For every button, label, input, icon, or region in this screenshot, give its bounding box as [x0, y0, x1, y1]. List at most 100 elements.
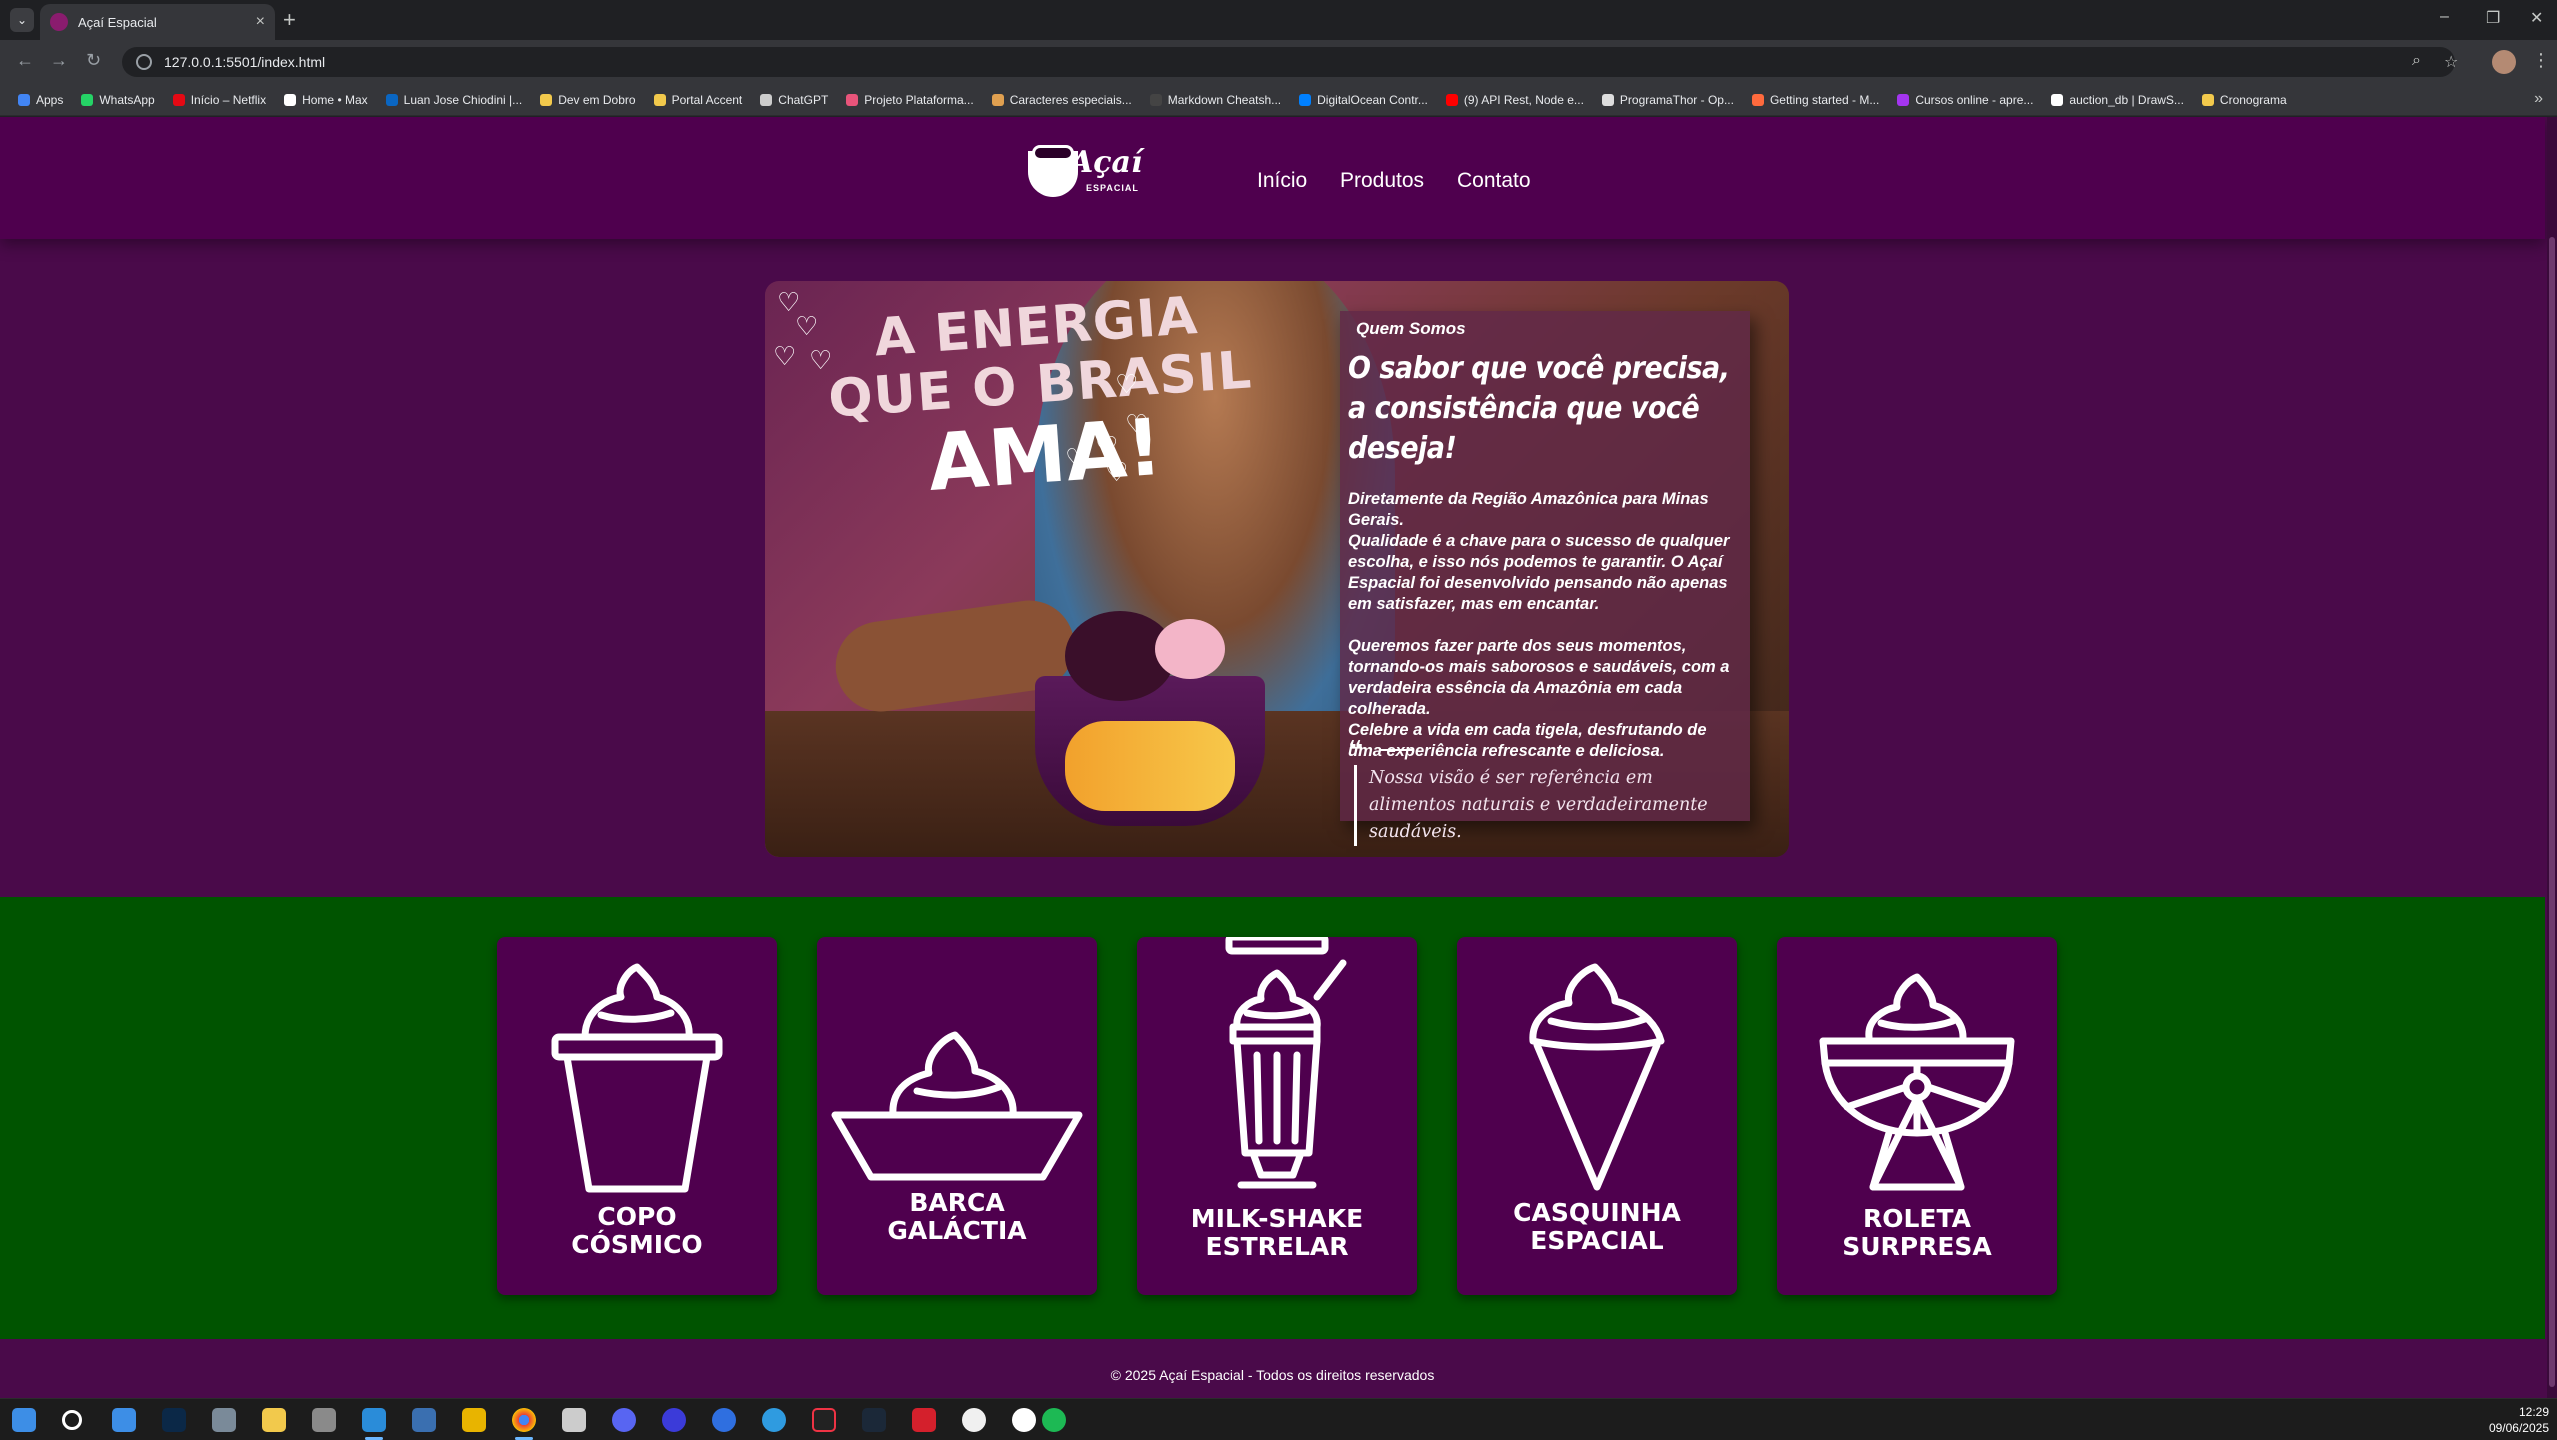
bookmark-item[interactable]: Cursos online - apre...: [1897, 93, 2033, 107]
heart-icon: ♡: [1115, 369, 1139, 399]
forward-icon[interactable]: →: [50, 50, 68, 71]
page-scrollbar[interactable]: [2547, 117, 2557, 1398]
nav-inicio[interactable]: Início: [1257, 169, 1307, 193]
cup-icon: [551, 963, 723, 1193]
app-icon[interactable]: [812, 1408, 836, 1432]
app-icon[interactable]: [762, 1408, 786, 1432]
address-bar[interactable]: 127.0.0.1:5501/index.html: [122, 47, 2455, 77]
scrollbar-thumb[interactable]: [2549, 237, 2555, 1387]
bookmark-item[interactable]: DigitalOcean Contr...: [1299, 93, 1428, 107]
site-logo[interactable]: Açaí ESPACIAL: [1022, 139, 1142, 209]
windows-taskbar: 12:29 09/06/2025: [0, 1398, 2557, 1440]
product-name-line1: ROLETA: [1863, 1204, 1971, 1233]
minimize-icon[interactable]: –: [2440, 8, 2449, 26]
zoom-icon[interactable]: ⌕: [2412, 52, 2421, 70]
tab-active[interactable]: Açaí Espacial ×: [40, 4, 275, 40]
copilot-icon[interactable]: [112, 1408, 136, 1432]
app-icon[interactable]: [912, 1408, 936, 1432]
product-name: COPO CÓSMICO: [497, 1203, 777, 1259]
bookmark-favicon-icon: [2201, 93, 2214, 106]
product-name: CASQUINHA ESPACIAL: [1457, 1199, 1737, 1255]
logo-word: Açaí: [1070, 145, 1143, 180]
bookmark-item[interactable]: Apps: [18, 93, 63, 107]
bookmark-label: Cronograma: [2219, 92, 2287, 107]
cone-icon: [1529, 963, 1665, 1191]
more-bookmarks-icon[interactable]: »: [2534, 90, 2543, 108]
bookmark-item[interactable]: Caracteres especiais...: [991, 93, 1132, 107]
clock-time: 12:29: [2518, 1405, 2549, 1419]
app-icon[interactable]: [962, 1408, 986, 1432]
bowl-icon: [831, 1031, 1083, 1181]
bookmark-favicon-icon: [1751, 93, 1764, 106]
start-icon[interactable]: [12, 1408, 36, 1432]
bookmark-item[interactable]: WhatsApp: [81, 93, 155, 107]
app-icon[interactable]: [1012, 1408, 1036, 1432]
product-card-casquinha[interactable]: CASQUINHA ESPACIAL: [1457, 937, 1737, 1295]
bookmark-favicon-icon: [18, 93, 30, 106]
photoshop-icon[interactable]: [162, 1408, 186, 1432]
bookmark-item[interactable]: Dev em Dobro: [540, 92, 636, 107]
tab-search-button[interactable]: ⌄: [10, 8, 34, 32]
bookmark-star-icon[interactable]: ☆: [2444, 52, 2458, 72]
bookmark-label: Projeto Plataforma...: [864, 92, 974, 107]
nav-contato[interactable]: Contato: [1457, 169, 1531, 193]
product-name: ROLETA SURPRESA: [1777, 1205, 2057, 1261]
product-card-barca[interactable]: BARCA GALÁCTIA: [817, 937, 1097, 1295]
bookmark-favicon-icon: [760, 93, 773, 106]
bookmark-item[interactable]: (9) API Rest, Node e...: [1445, 93, 1584, 107]
calculator-icon[interactable]: [212, 1408, 236, 1432]
restore-icon[interactable]: ❐: [2486, 8, 2500, 28]
bookmark-item[interactable]: ProgramaThor - Op...: [1601, 93, 1734, 107]
new-tab-button[interactable]: +: [283, 7, 296, 33]
about-paragraph: Celebre a vida em cada tigela, desfrutan…: [1348, 721, 1707, 760]
search-icon[interactable]: [62, 1410, 82, 1430]
vision-quote: Nossa visão é ser referência em alimento…: [1354, 765, 1734, 846]
product-card-copo[interactable]: COPO CÓSMICO: [497, 937, 777, 1295]
bookmark-item[interactable]: Projeto Plataforma...: [846, 92, 974, 107]
bookmark-item[interactable]: ChatGPT: [760, 93, 828, 107]
bookmark-favicon-icon: [846, 93, 859, 106]
vscode-icon[interactable]: [362, 1408, 386, 1432]
bookmarks-bar: Apps WhatsApp Início – Netflix Home • Max Lu…: [0, 84, 2557, 116]
site-info-icon[interactable]: [136, 54, 152, 70]
bookmark-item[interactable]: Markdown Cheatsh...: [1149, 93, 1281, 107]
bookmark-label: Dev em Dobro: [558, 92, 636, 107]
menu-icon[interactable]: ⋮: [2532, 50, 2550, 71]
bookmark-item[interactable]: Home • Max: [284, 93, 368, 107]
nav-produtos[interactable]: Produtos: [1340, 169, 1424, 193]
bookmark-item[interactable]: Portal Accent: [653, 93, 742, 107]
product-name-line1: MILK-SHAKE: [1190, 1204, 1364, 1233]
settings-icon[interactable]: [312, 1408, 336, 1432]
close-tab-icon[interactable]: ×: [256, 13, 265, 31]
system-clock[interactable]: 12:29 09/06/2025: [2489, 1404, 2549, 1436]
product-name-line1: COPO: [597, 1202, 677, 1231]
chrome-icon[interactable]: [512, 1408, 536, 1432]
close-window-icon[interactable]: ✕: [2530, 8, 2543, 28]
app-icon[interactable]: [462, 1408, 486, 1432]
spotify-icon[interactable]: [1042, 1408, 1066, 1432]
sundae-icon: [1819, 973, 2015, 1191]
app-icon[interactable]: [412, 1408, 436, 1432]
steam-icon[interactable]: [862, 1408, 886, 1432]
file-explorer-icon[interactable]: [262, 1408, 286, 1432]
profile-avatar[interactable]: [2492, 50, 2516, 74]
bookmark-item[interactable]: auction_db | DrawS...: [2051, 93, 2184, 107]
bookmark-item[interactable]: Luan Jose Chiodini |...: [385, 93, 522, 107]
milkshake-icon: [1225, 937, 1347, 1189]
app-icon[interactable]: [562, 1408, 586, 1432]
product-card-milkshake[interactable]: MILK-SHAKE ESTRELAR: [1137, 937, 1417, 1295]
bookmark-item[interactable]: Cronograma: [2201, 92, 2287, 107]
back-icon[interactable]: ←: [16, 50, 34, 71]
app-icon[interactable]: [712, 1408, 736, 1432]
bookmark-label: Home • Max: [302, 92, 368, 107]
discord-icon[interactable]: [612, 1408, 636, 1432]
reload-icon[interactable]: ↻: [86, 50, 101, 71]
app-icon[interactable]: [662, 1408, 686, 1432]
heart-icon: ♡: [795, 311, 819, 341]
bookmark-item[interactable]: Getting started - M...: [1751, 93, 1879, 107]
bookmark-item[interactable]: Início – Netflix: [172, 93, 266, 107]
product-card-roleta[interactable]: ROLETA SURPRESA: [1777, 937, 2057, 1295]
products-section: COPO CÓSMICO BARCA GALÁCTIA MILK-SHAKE E…: [0, 897, 2545, 1339]
hero-banner: A ENERGIA QUE O BRASIL AMA! ♡ ♡ ♡ ♡ ♡ ♡ …: [765, 281, 1789, 857]
heart-icon: ♡: [809, 345, 833, 375]
